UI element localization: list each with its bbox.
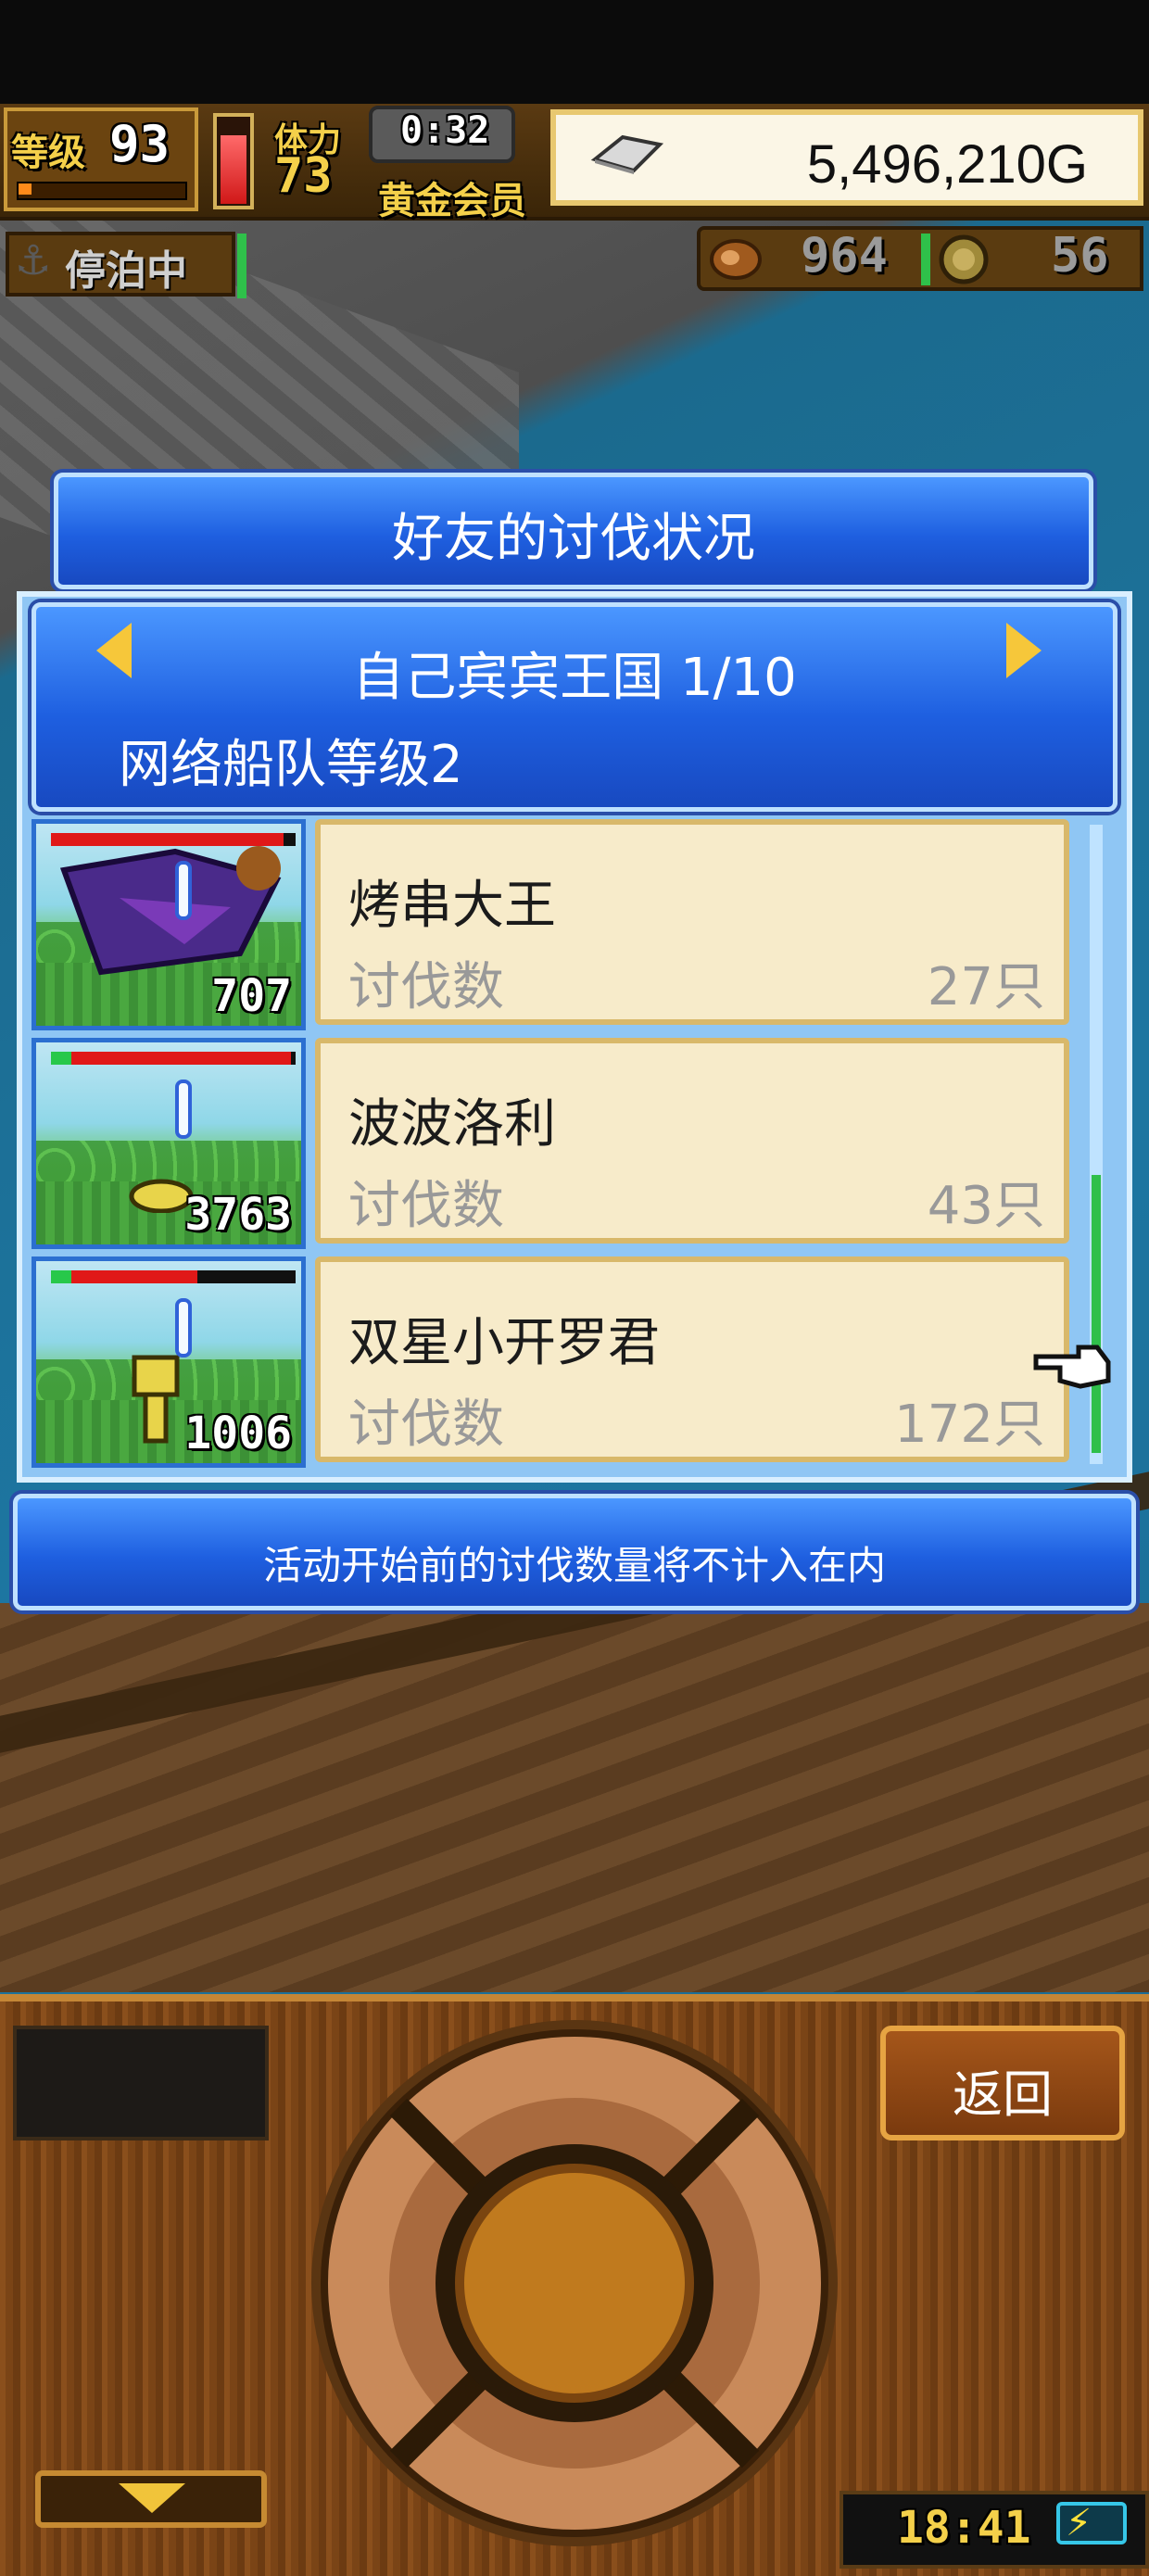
- monster-icon: [59, 846, 282, 976]
- medal-icon: [939, 234, 989, 284]
- battle-thumbnail: 707: [32, 819, 306, 1030]
- friend-row[interactable]: 1006 双星小开罗君 讨伐数 172只: [32, 1256, 1069, 1470]
- friend-card[interactable]: 烤串大王 讨伐数 27只: [315, 819, 1069, 1025]
- friend-row[interactable]: 3763 波波洛利 讨伐数 43只: [32, 1038, 1069, 1251]
- dialog-title: 好友的讨伐状况: [392, 509, 755, 569]
- kill-count-value: 43只: [927, 1176, 1045, 1236]
- chevron-down-icon: [119, 2483, 185, 2513]
- ship-deck: [0, 1603, 1149, 1992]
- monster-count: 1006: [184, 1408, 292, 1459]
- pointer-hand-icon: [1033, 1345, 1111, 1389]
- monster-hp-fill: [51, 1270, 198, 1283]
- silver-ingot-icon: [590, 134, 664, 174]
- dock-status: 停泊中: [65, 247, 187, 295]
- monster-hp-green: [51, 1052, 71, 1065]
- timer: 0:32: [400, 109, 490, 152]
- money-amount: 5,496,210G: [806, 134, 1088, 195]
- monster-count: 707: [211, 970, 292, 1022]
- clock: 18:41: [897, 2502, 1031, 2554]
- battle-thumbnail: 1006: [32, 1256, 306, 1468]
- stamina-value: 73: [274, 148, 333, 204]
- resource-1-value: 964: [801, 228, 888, 284]
- exp-bar: [17, 182, 187, 200]
- back-button-label: 返回: [953, 2065, 1053, 2124]
- food-icon: [710, 239, 762, 280]
- kill-count-value: 27只: [927, 957, 1045, 1017]
- level-value: 93: [109, 115, 170, 173]
- alert-icon: [175, 1080, 192, 1139]
- friend-row[interactable]: 707 烤串大王 讨伐数 27只: [32, 819, 1069, 1032]
- friend-name: 烤串大王: [348, 876, 556, 936]
- kill-count-label: 讨伐数: [348, 1395, 504, 1455]
- kill-count-label: 讨伐数: [348, 1176, 504, 1236]
- resource-indicator: [921, 234, 930, 285]
- kill-count-value: 172只: [894, 1395, 1045, 1455]
- monster-hp-green: [51, 1270, 71, 1283]
- empty-slot: [13, 2026, 269, 2140]
- monster-count: 3763: [184, 1189, 292, 1241]
- directional-pad[interactable]: [306, 2014, 843, 2552]
- exp-bar-fill: [19, 183, 32, 195]
- alert-icon: [175, 861, 192, 920]
- resource-2-value: 56: [1051, 228, 1109, 284]
- fleet-level: 网络船队等级2: [119, 735, 463, 795]
- monster-icon: [132, 1355, 180, 1444]
- monster-hp-fill: [51, 1052, 291, 1065]
- kill-count-label: 讨伐数: [348, 957, 504, 1017]
- kingdom-title: 自己宾宾王国 1/10: [352, 648, 797, 708]
- alert-icon: [175, 1298, 192, 1357]
- stamina-gauge-fill: [221, 135, 246, 204]
- friend-name: 双星小开罗君: [348, 1313, 660, 1373]
- friend-card[interactable]: 波波洛利 讨伐数 43只: [315, 1038, 1069, 1244]
- friend-card[interactable]: 双星小开罗君 讨伐数 172只: [315, 1256, 1069, 1462]
- info-footer-text: 活动开始前的讨伐数量将不计入在内: [262, 1543, 886, 1588]
- anchor-icon: ⚓: [15, 237, 52, 284]
- scrollbar-thumb[interactable]: [1092, 1175, 1101, 1453]
- battle-thumbnail: 3763: [32, 1038, 306, 1249]
- level-label: 等级: [11, 132, 85, 174]
- dock-status-indicator: [237, 234, 246, 298]
- friend-name: 波波洛利: [348, 1094, 556, 1155]
- charging-bolt-icon: ⚡: [1066, 2502, 1092, 2544]
- membership-label: 黄金会员: [378, 180, 526, 222]
